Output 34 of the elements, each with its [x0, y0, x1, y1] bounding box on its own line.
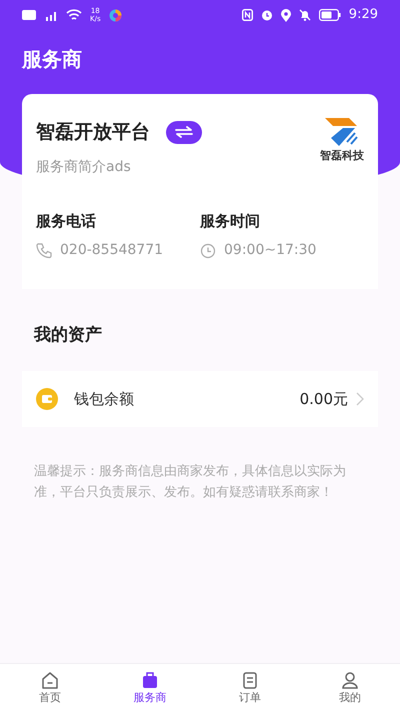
provider-intro: 服务商简介ads [36, 158, 132, 176]
section-title: 我的资产 [32, 324, 103, 347]
provider-name: 智磊开放平台 [36, 120, 150, 145]
chevron-icon [356, 392, 364, 406]
wifi-icon [66, 9, 82, 21]
person-icon [340, 670, 360, 690]
notice-text: 温馨提示：服务商信息由商家发布，具体信息以实际为准，平台只负责展示、发布。如有疑惑请联系商家！ [33, 463, 347, 502]
wallet-row[interactable]: 钱包余额 0.00元 [22, 371, 378, 427]
status-time: 9:29 [348, 6, 378, 24]
mute-icon [298, 9, 311, 21]
page-title: 服务商 [20, 46, 83, 73]
logo-icon [325, 118, 359, 148]
phone-label: 服务电话 [36, 210, 97, 232]
wallet-icon [36, 388, 58, 410]
signal-icon [44, 10, 58, 20]
briefcase-icon [140, 670, 160, 690]
logo-caption: 智磊科技 [320, 148, 364, 164]
location-icon [280, 8, 291, 22]
tab-item[interactable]: 我的 [300, 664, 400, 711]
nfc-icon [242, 9, 253, 21]
service-hours: 09:00~17:30 [224, 241, 316, 260]
hours-label: 服务时间 [200, 210, 261, 232]
tab-item[interactable]: 服务商 [100, 664, 200, 711]
tab-item[interactable]: 订单 [200, 664, 300, 711]
swap-icon [175, 126, 193, 138]
app-icon [108, 8, 122, 22]
battery-icon [318, 9, 341, 21]
tab-item[interactable]: 首页 [0, 664, 100, 711]
switch-button[interactable] [166, 120, 202, 144]
clock-icon [200, 242, 216, 258]
phone-icon [36, 242, 52, 258]
alarm-icon [260, 9, 273, 21]
home-icon [40, 670, 60, 690]
phone-number: 020-85548771 [60, 241, 164, 260]
